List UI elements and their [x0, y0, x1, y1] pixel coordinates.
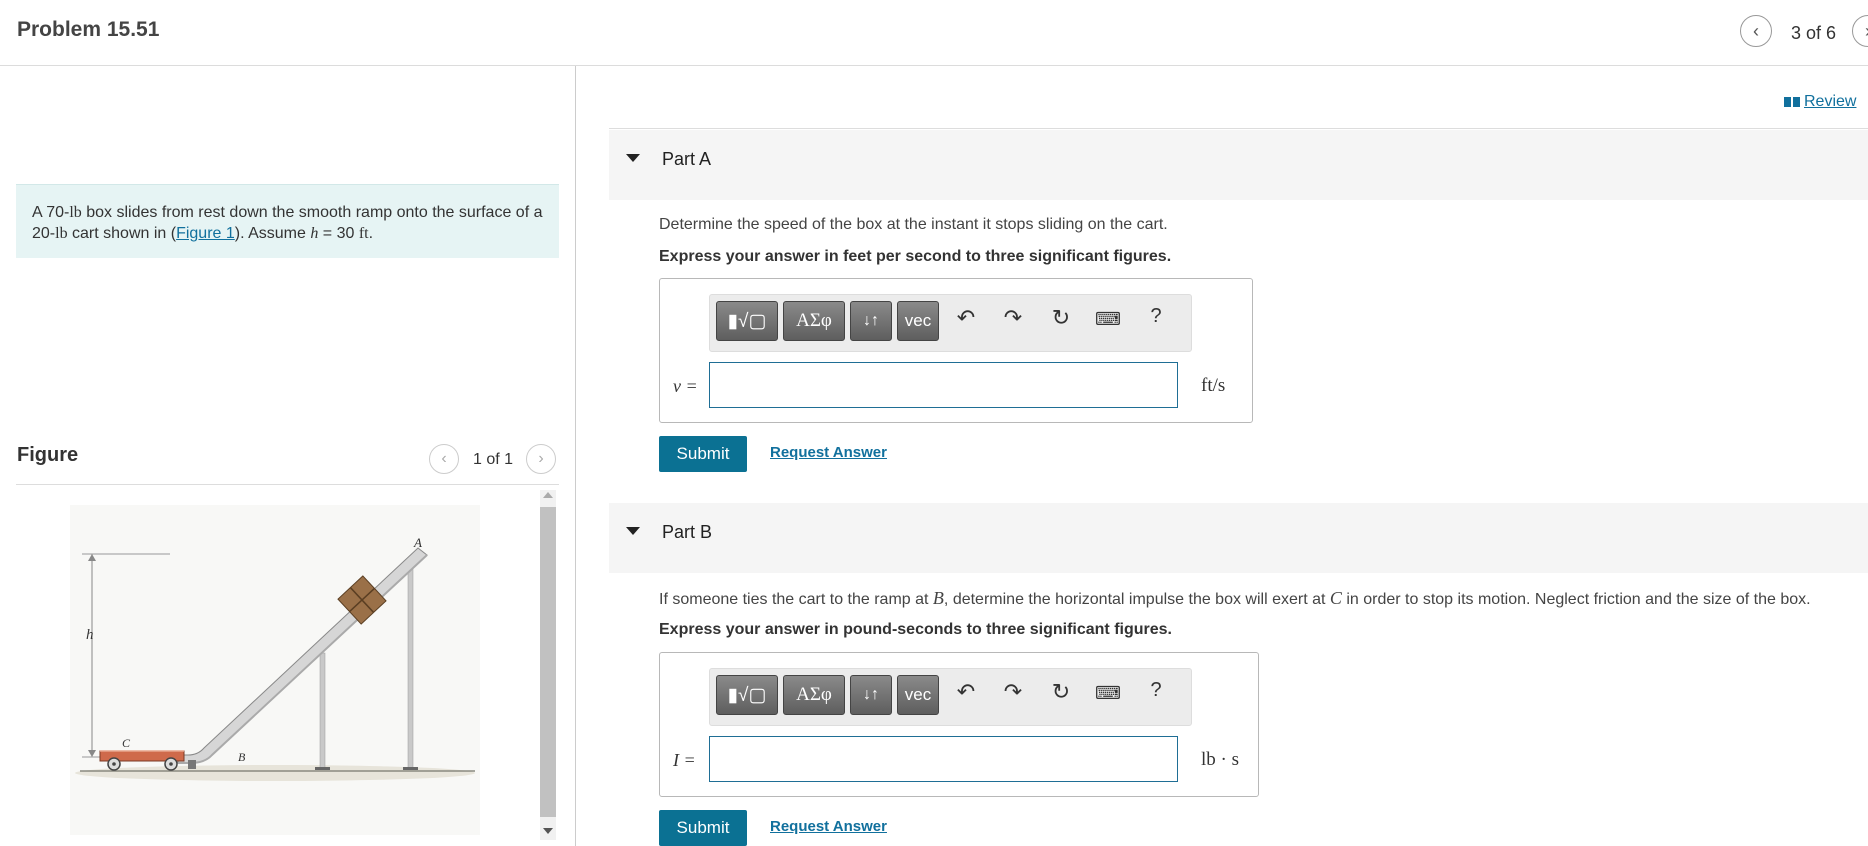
part-a-submit-button[interactable]: Submit — [659, 436, 747, 472]
keyboard-icon[interactable]: ⌨ — [1093, 309, 1123, 330]
part-b-variable-label: I = — [673, 750, 696, 770]
redo-icon[interactable]: ↷ — [998, 679, 1028, 705]
part-a-answer-box: ▮√▢ ΑΣφ ↓↑ vec ↶ ↷ ↻ ⌨ ? v = ft/s — [659, 278, 1253, 423]
chevron-left-icon: ‹ — [441, 450, 447, 467]
part-b-answer-box: ▮√▢ ΑΣφ ↓↑ vec ↶ ↷ ↻ ⌨ ? I = lb · s — [659, 652, 1259, 797]
figure-scrollbar-thumb[interactable] — [540, 507, 556, 817]
label-A: A — [413, 535, 422, 550]
part-a-header[interactable] — [609, 130, 1868, 200]
part-b-answer-input[interactable] — [709, 736, 1178, 782]
greek-symbols-button[interactable]: ΑΣφ — [783, 675, 845, 715]
undo-icon[interactable]: ↶ — [951, 679, 981, 705]
label-B: B — [238, 750, 246, 764]
label-C: C — [122, 736, 131, 750]
part-b-request-answer-link[interactable]: Request Answer — [770, 818, 887, 835]
vector-button[interactable]: vec — [897, 675, 939, 715]
part-a-unit: ft/s — [1201, 375, 1226, 396]
figure-pager: 1 of 1 — [473, 451, 514, 468]
part-a-instruction: Express your answer in feet per second t… — [659, 248, 1172, 265]
vector-button[interactable]: vec — [897, 301, 939, 341]
chevron-right-icon: › — [538, 450, 544, 467]
part-b-submit-button[interactable]: Submit — [659, 810, 747, 846]
part-b-title: Part B — [662, 522, 713, 542]
figure-rule — [16, 484, 559, 485]
book-icon — [1784, 97, 1800, 107]
figure-link[interactable]: Figure 1 — [176, 225, 235, 242]
part-a-answer-input[interactable] — [709, 362, 1178, 408]
part-b-instruction: Express your answer in pound-seconds to … — [659, 621, 1172, 638]
part-a-math-toolbar: ▮√▢ ΑΣφ ↓↑ vec ↶ ↷ ↻ ⌨ ? — [709, 294, 1192, 352]
templates-button[interactable]: ▮√▢ — [716, 301, 778, 341]
part-a-variable-label: v = — [673, 376, 698, 396]
scroll-up-arrow[interactable] — [543, 492, 553, 498]
greek-symbols-button[interactable]: ΑΣφ — [783, 301, 845, 341]
figure-prev-button[interactable]: ‹ — [429, 444, 459, 474]
label-h: h — [86, 627, 94, 643]
reset-icon[interactable]: ↻ — [1046, 305, 1076, 331]
figure-heading: Figure — [17, 444, 79, 466]
figure-next-button[interactable]: › — [526, 444, 556, 474]
collapse-triangle-icon[interactable] — [626, 527, 640, 535]
subscript-superscript-button[interactable]: ↓↑ — [850, 675, 892, 715]
header-bar — [0, 0, 1868, 66]
part-a-title: Part A — [662, 149, 712, 169]
part-a-question: Determine the speed of the box at the in… — [659, 216, 1168, 233]
reset-icon[interactable]: ↻ — [1046, 679, 1076, 705]
templates-button[interactable]: ▮√▢ — [716, 675, 778, 715]
part-b-unit: lb · s — [1201, 749, 1239, 770]
keyboard-icon[interactable]: ⌨ — [1093, 683, 1123, 704]
problem-statement: A 70-lb box slides from rest down the sm… — [32, 204, 543, 242]
help-button[interactable]: ? — [1141, 679, 1171, 702]
collapse-triangle-icon[interactable] — [626, 154, 640, 162]
part-a-request-answer-link[interactable]: Request Answer — [770, 444, 887, 461]
review-link[interactable]: Review — [1784, 93, 1856, 111]
figure-image: h A B C — [70, 505, 480, 835]
help-button[interactable]: ? — [1141, 305, 1171, 328]
part-b-header[interactable] — [609, 503, 1868, 573]
undo-icon[interactable]: ↶ — [951, 305, 981, 331]
redo-icon[interactable]: ↷ — [998, 305, 1028, 331]
review-rule — [609, 128, 1868, 129]
part-b-math-toolbar: ▮√▢ ΑΣφ ↓↑ vec ↶ ↷ ↻ ⌨ ? — [709, 668, 1192, 726]
scroll-down-arrow[interactable] — [543, 828, 553, 834]
page-title: Problem 15.51 — [17, 18, 160, 41]
part-b-question: If someone ties the cart to the ramp at … — [659, 588, 1811, 608]
panel-divider — [575, 66, 576, 846]
previous-problem-button[interactable]: ‹ — [1740, 15, 1772, 47]
subscript-superscript-button[interactable]: ↓↑ — [850, 301, 892, 341]
problem-pager: 3 of 6 — [1791, 23, 1837, 43]
chevron-left-icon: ‹ — [1753, 20, 1759, 41]
